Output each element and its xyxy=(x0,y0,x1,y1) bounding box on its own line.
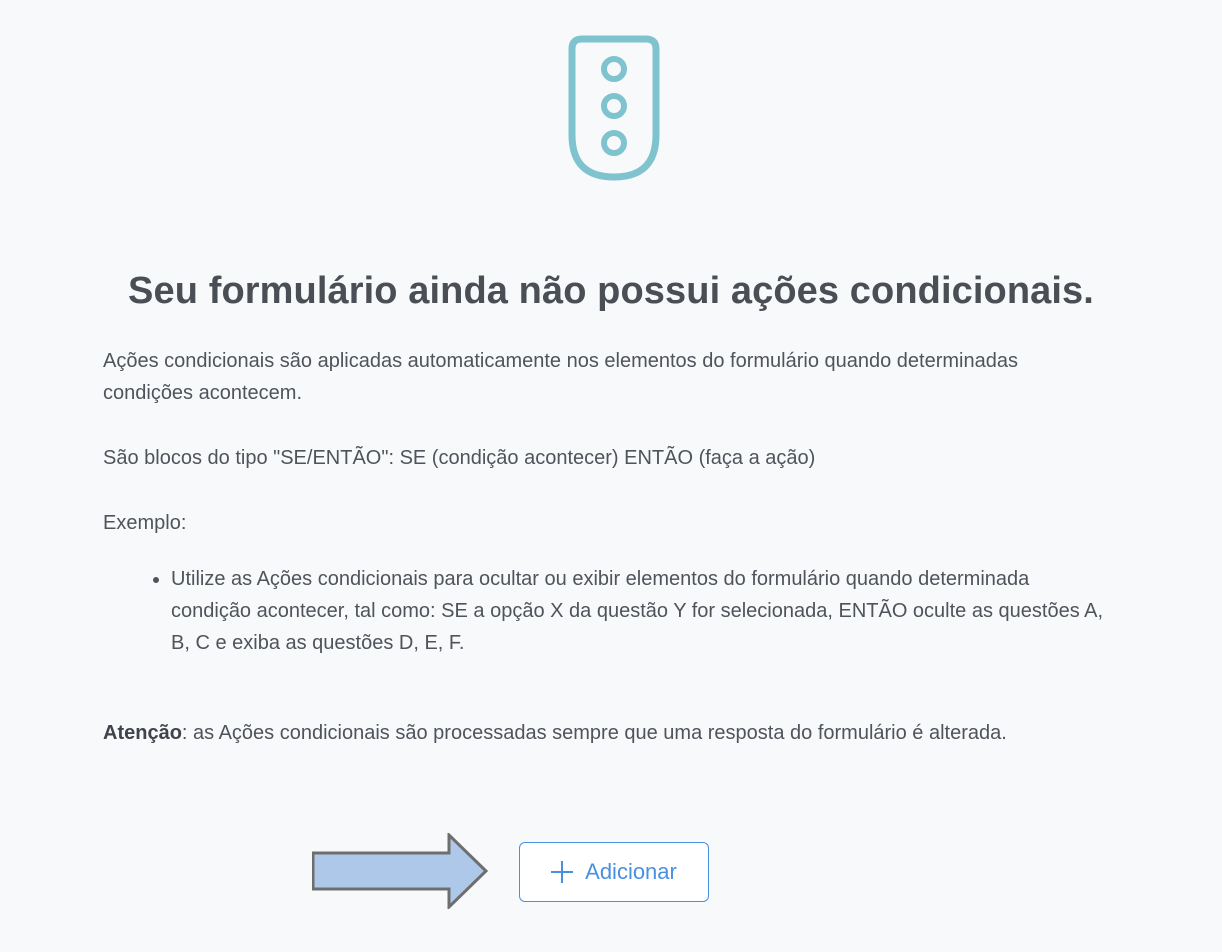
traffic-light-icon xyxy=(568,35,660,181)
attention-label: Atenção xyxy=(103,722,182,744)
description-paragraph: Ações condicionais são aplicadas automat… xyxy=(103,350,1018,404)
plus-icon xyxy=(551,861,574,883)
example-label: Exemplo: xyxy=(103,512,187,534)
empty-state-title: Seu formulário ainda não possui ações co… xyxy=(128,270,1094,312)
add-button[interactable]: Adicionar xyxy=(519,842,709,902)
add-button-label: Adicionar xyxy=(585,859,677,884)
if-then-paragraph: São blocos do tipo "SE/ENTÃO": SE (condi… xyxy=(103,447,816,469)
arrow-right-icon xyxy=(311,831,489,911)
example-list-item: Utilize as Ações condicionais para ocult… xyxy=(171,563,1113,659)
example-list: Utilize as Ações condicionais para ocult… xyxy=(103,563,1113,659)
attention-text: : as Ações condicionais são processadas … xyxy=(181,722,1007,744)
attention-note: Atenção: as Ações condicionais são proce… xyxy=(103,717,1113,749)
empty-state-description: Ações condicionais são aplicadas automat… xyxy=(103,345,1113,749)
